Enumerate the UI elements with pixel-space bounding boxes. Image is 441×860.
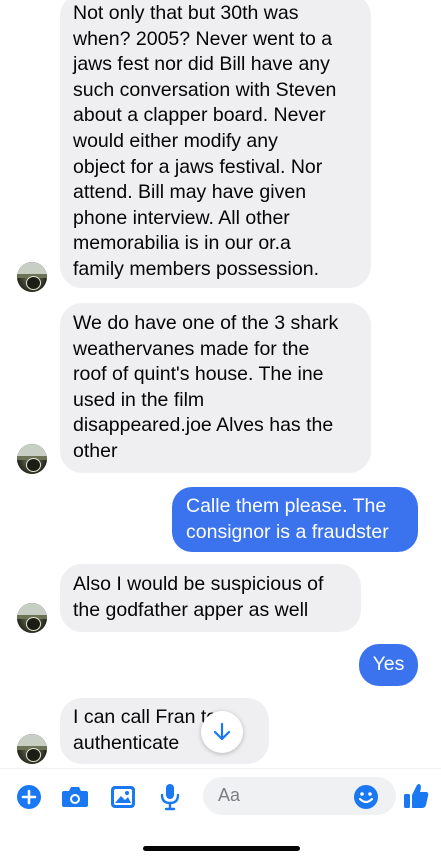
contact-avatar[interactable] — [17, 603, 47, 633]
message-line: would either modify any — [73, 129, 278, 152]
home-indicator — [143, 846, 300, 851]
message-line: Also I would be suspicious of — [73, 573, 324, 595]
message-input-placeholder: Aa — [218, 785, 241, 805]
plus-circle-icon[interactable] — [17, 785, 41, 809]
message-line: Yes — [372, 653, 405, 675]
message-bubble-incoming[interactable]: Not only that but 30th was when? 2005? N… — [60, 0, 371, 288]
message-line: memorabilia is in our or.a — [73, 232, 291, 255]
image-icon[interactable] — [110, 784, 136, 810]
message-composer: Aa — [0, 768, 441, 860]
message-line: used in the film — [73, 388, 205, 411]
contact-avatar[interactable] — [17, 444, 47, 474]
emoji-icon[interactable] — [353, 784, 379, 810]
message-line: jaws fest nor did Bill have any — [73, 53, 330, 76]
scroll-to-bottom-button[interactable] — [201, 711, 243, 753]
message-thread: Not only that but 30th was when? 2005? N… — [0, 0, 441, 768]
message-line: phone interview. All other — [73, 206, 290, 229]
message-bubble-outgoing[interactable]: Yes — [359, 644, 418, 686]
camera-icon[interactable] — [61, 785, 89, 809]
message-line: about a clapper board. Never — [73, 104, 326, 127]
message-line: disappeared.joe Alves has the — [73, 414, 334, 437]
message-line: Not only that but 30th was — [73, 2, 299, 24]
microphone-icon[interactable] — [160, 783, 180, 811]
message-bubble-outgoing[interactable]: Calle them please. The consignor is a fr… — [172, 487, 418, 552]
message-line: consignor is a fraudster — [186, 520, 389, 543]
message-line: We do have one of the 3 shark — [73, 312, 339, 334]
message-line: when? 2005? Never went to a — [73, 27, 333, 50]
message-line: object for a jaws festival. Nor — [73, 155, 323, 178]
contact-avatar[interactable] — [17, 734, 47, 764]
message-line: the godfather apper as well — [73, 598, 309, 621]
message-line: attend. Bill may have given — [73, 181, 307, 204]
message-bubble-incoming[interactable]: Also I would be suspicious of the godfat… — [60, 564, 361, 632]
message-line: Calle them please. The — [186, 495, 387, 517]
contact-avatar[interactable] — [17, 262, 47, 292]
message-line: family members possession. — [73, 257, 319, 280]
message-line: weathervanes made for the — [73, 337, 310, 360]
message-line: other — [73, 439, 118, 462]
message-line: roof of quint's house. The ine — [73, 363, 324, 386]
message-line: such conversation with Steven — [73, 78, 337, 101]
message-bubble-incoming[interactable]: We do have one of the 3 shark weathervan… — [60, 303, 371, 473]
thumbs-up-icon[interactable] — [403, 782, 429, 810]
arrow-down-icon — [213, 722, 231, 741]
